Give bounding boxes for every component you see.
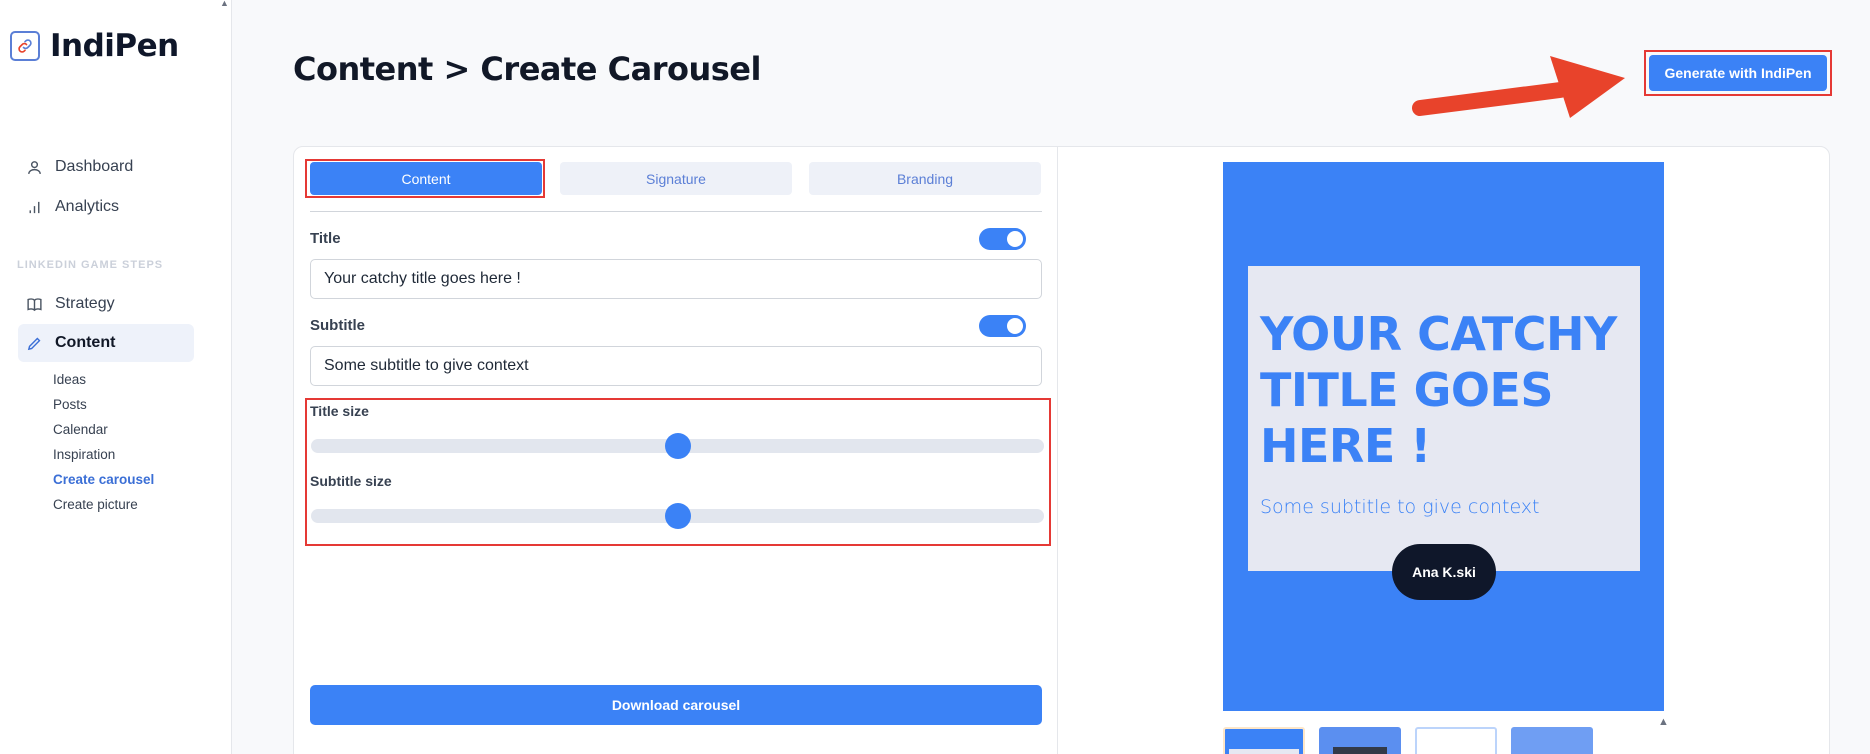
tab-signature[interactable]: Signature: [560, 162, 792, 195]
slide-thumbnail[interactable]: [1223, 727, 1305, 754]
slider-thumb[interactable]: [664, 433, 691, 459]
sidebar-subitem-calendar[interactable]: Calendar: [53, 422, 108, 437]
slide-subtitle: Some subtitle to give context: [1260, 496, 1540, 518]
toggle-knob: [1007, 318, 1023, 334]
sidebar-item-label: Dashboard: [55, 158, 134, 175]
slide-thumbnail[interactable]: [1319, 727, 1401, 754]
subtitle-label: Subtitle: [310, 317, 365, 334]
section-label: LINKEDIN GAME STEPS: [17, 259, 164, 271]
sidebar-subitem-create-picture[interactable]: Create picture: [53, 497, 138, 512]
sidebar-item-analytics[interactable]: Analytics: [18, 188, 194, 226]
sidebar-item-strategy[interactable]: Strategy: [18, 285, 194, 323]
subtitle-size-label: Subtitle size: [310, 473, 392, 489]
scroll-up-icon[interactable]: ▲: [1658, 716, 1669, 728]
page-title: Content > Create Carousel: [293, 50, 761, 88]
tab-branding[interactable]: Branding: [809, 162, 1041, 195]
slide-thumbnail[interactable]: [1511, 727, 1593, 754]
sidebar-item-label: Strategy: [55, 295, 115, 312]
author-badge: Ana K.ski: [1392, 544, 1496, 600]
link-icon: [10, 31, 40, 61]
subtitle-size-slider[interactable]: [311, 503, 1044, 529]
title-size-slider[interactable]: [311, 433, 1044, 459]
sidebar-subitem-inspiration[interactable]: Inspiration: [53, 447, 115, 462]
sidebar-subitem-create-carousel[interactable]: Create carousel: [53, 472, 154, 487]
slider-thumb[interactable]: [664, 503, 691, 529]
slide-thumbnail[interactable]: [1415, 727, 1497, 754]
app-name: IndiPen: [50, 28, 179, 64]
sidebar-item-dashboard[interactable]: Dashboard: [18, 148, 194, 186]
title-label: Title: [310, 230, 341, 247]
tab-content-highlight: [305, 159, 545, 198]
tabs-divider: [310, 211, 1042, 212]
thumbnail-inner: [1333, 747, 1387, 754]
slide-title: Your catchy title goes here !: [1260, 307, 1617, 473]
user-icon: [28, 160, 41, 174]
title-toggle[interactable]: [979, 228, 1026, 250]
title-size-label: Title size: [310, 403, 369, 419]
download-carousel-button[interactable]: Download carousel: [310, 685, 1042, 725]
sidebar-subitem-posts[interactable]: Posts: [53, 397, 87, 412]
subtitle-toggle[interactable]: [979, 315, 1026, 337]
pencil-icon: [27, 337, 41, 350]
toggle-knob: [1007, 231, 1023, 247]
bar-chart-icon: [29, 201, 40, 213]
generate-button[interactable]: Generate with IndiPen: [1649, 55, 1827, 91]
app-logo[interactable]: IndiPen: [10, 28, 179, 64]
title-input[interactable]: [310, 259, 1042, 299]
sidebar-item-label: Content: [55, 334, 116, 351]
sidebar: ▲ IndiPen Dashboard Analytics LINKEDIN G…: [0, 0, 232, 754]
sidebar-subitem-ideas[interactable]: Ideas: [53, 372, 86, 387]
panel-divider: [1057, 146, 1058, 754]
subtitle-input[interactable]: [310, 346, 1042, 386]
book-icon: [27, 297, 42, 311]
scroll-up-icon[interactable]: ▲: [220, 0, 229, 8]
thumbnail-inner: [1229, 749, 1299, 754]
sidebar-item-label: Analytics: [55, 198, 120, 215]
annotation-arrow: [1412, 56, 1625, 118]
sidebar-item-content[interactable]: Content: [18, 324, 194, 362]
